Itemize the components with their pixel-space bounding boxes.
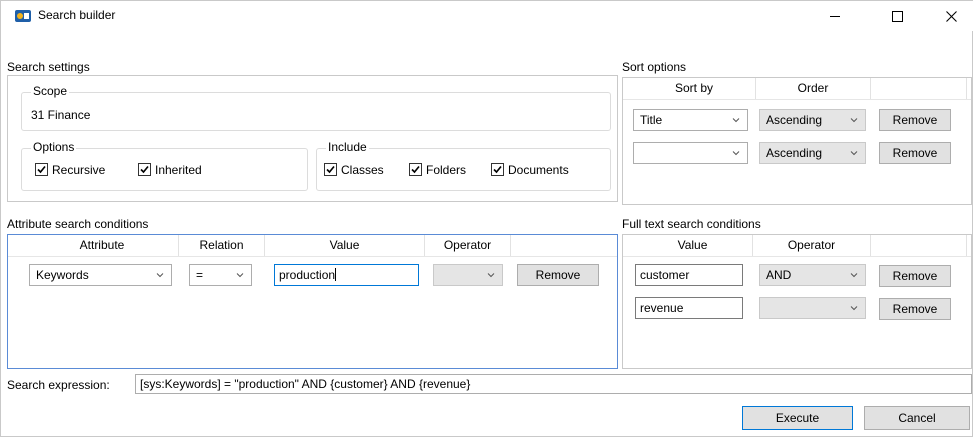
minimize-icon xyxy=(830,16,840,17)
relation-value: = xyxy=(196,268,204,282)
classes-checkbox[interactable]: Classes xyxy=(324,163,384,177)
scope-value: 31 Finance xyxy=(31,108,91,122)
header-order: Order xyxy=(756,78,871,99)
text-caret xyxy=(335,268,337,281)
inherited-label: Inherited xyxy=(155,163,202,177)
fulltext-conditions-label: Full text search conditions xyxy=(622,217,761,231)
maximize-icon xyxy=(891,10,903,22)
header-blank xyxy=(871,235,967,256)
header-sort-by: Sort by xyxy=(633,78,756,99)
sort-remove-button[interactable]: Remove xyxy=(879,109,951,131)
header-blank xyxy=(871,78,967,99)
recursive-checkbox[interactable]: Recursive xyxy=(35,163,105,177)
fulltext-operator-value: AND xyxy=(766,268,792,282)
fulltext-operator-dropdown[interactable] xyxy=(759,297,866,319)
attribute-grid-header: Attribute Relation Value Operator xyxy=(8,235,617,257)
attribute-dropdown[interactable]: Keywords xyxy=(29,264,172,286)
fulltext-grid-header: Value Operator xyxy=(623,235,971,257)
search-builder-window: Search builder Search settings Scope 31 … xyxy=(0,0,973,437)
sort-by-dropdown[interactable]: Title xyxy=(633,109,748,131)
include-legend: Include xyxy=(326,140,369,154)
documents-checkbox[interactable]: Documents xyxy=(491,163,569,177)
chevron-down-icon xyxy=(850,151,858,156)
chevron-down-icon xyxy=(156,273,164,278)
sort-grid-header: Sort by Order xyxy=(623,78,971,100)
fulltext-value-input[interactable]: customer xyxy=(635,264,743,286)
chevron-down-icon xyxy=(732,151,740,156)
scope-groupbox: Scope 31 Finance xyxy=(21,84,611,131)
search-settings-label: Search settings xyxy=(7,60,90,74)
value-input[interactable]: production xyxy=(274,264,419,286)
attribute-value: Keywords xyxy=(36,268,89,282)
search-expression-value: [sys:Keywords] = "production" AND {custo… xyxy=(140,377,471,391)
chevron-down-icon xyxy=(850,118,858,123)
order-dropdown[interactable]: Ascending xyxy=(759,142,866,164)
header-operator: Operator xyxy=(425,235,511,256)
header-attribute: Attribute xyxy=(26,235,179,256)
order-dropdown[interactable]: Ascending xyxy=(759,109,866,131)
options-groupbox: Options Recursive Inherited xyxy=(21,140,308,191)
chevron-down-icon xyxy=(850,306,858,311)
checkmark-icon xyxy=(491,163,504,176)
app-icon xyxy=(15,10,31,22)
fulltext-remove-button[interactable]: Remove xyxy=(879,298,951,320)
chevron-down-icon xyxy=(487,273,495,278)
order-value: Ascending xyxy=(766,113,823,127)
fulltext-operator-dropdown[interactable]: AND xyxy=(759,264,866,286)
execute-button[interactable]: Execute xyxy=(742,406,853,430)
checkmark-icon xyxy=(409,163,422,176)
folders-label: Folders xyxy=(426,163,467,177)
title-bar: Search builder xyxy=(1,1,973,31)
documents-label: Documents xyxy=(508,163,569,177)
chevron-down-icon xyxy=(732,118,740,123)
chevron-down-icon xyxy=(236,273,244,278)
search-settings-panel: Scope 31 Finance Options Recursive Inher… xyxy=(7,75,618,202)
sort-remove-button[interactable]: Remove xyxy=(879,142,951,164)
recursive-label: Recursive xyxy=(52,163,106,177)
maximize-button[interactable] xyxy=(874,1,920,31)
search-expression-field[interactable]: [sys:Keywords] = "production" AND {custo… xyxy=(135,374,972,394)
sort-by-value: Title xyxy=(640,113,663,127)
search-expression-label: Search expression: xyxy=(7,378,110,392)
include-groupbox: Include Classes Folders Documents xyxy=(316,140,611,191)
header-operator: Operator xyxy=(753,235,871,256)
operator-dropdown[interactable] xyxy=(433,264,503,286)
sort-by-dropdown[interactable] xyxy=(633,142,748,164)
minimize-button[interactable] xyxy=(812,1,858,31)
window-title: Search builder xyxy=(38,8,116,22)
sort-options-panel: Sort by Order Title Ascending Remove Asc… xyxy=(622,77,972,205)
attribute-conditions-label: Attribute search conditions xyxy=(7,217,149,231)
chevron-down-icon xyxy=(850,273,858,278)
close-icon xyxy=(945,10,957,22)
scope-legend: Scope xyxy=(31,84,70,98)
folders-checkbox[interactable]: Folders xyxy=(409,163,466,177)
checkmark-icon xyxy=(324,163,337,176)
value-text: production xyxy=(279,268,336,282)
sort-options-label: Sort options xyxy=(622,60,687,74)
header-value: Value xyxy=(633,235,753,256)
header-value: Value xyxy=(265,235,425,256)
fulltext-conditions-panel: Value Operator customer AND Remove reven… xyxy=(622,234,972,369)
cancel-button[interactable]: Cancel xyxy=(864,406,970,430)
checkmark-icon xyxy=(35,163,48,176)
attribute-remove-button[interactable]: Remove xyxy=(517,264,599,286)
fulltext-remove-button[interactable]: Remove xyxy=(879,265,951,287)
fulltext-value-input[interactable]: revenue xyxy=(635,297,743,319)
fulltext-value-text: customer xyxy=(640,268,690,282)
inherited-checkbox[interactable]: Inherited xyxy=(138,163,202,177)
order-value: Ascending xyxy=(766,146,823,160)
fulltext-value-text: revenue xyxy=(640,301,684,315)
header-relation: Relation xyxy=(179,235,265,256)
options-legend: Options xyxy=(31,140,77,154)
checkmark-icon xyxy=(138,163,151,176)
attribute-conditions-panel: Attribute Relation Value Operator Keywor… xyxy=(7,234,618,369)
relation-dropdown[interactable]: = xyxy=(189,264,252,286)
classes-label: Classes xyxy=(341,163,384,177)
close-button[interactable] xyxy=(928,1,973,31)
